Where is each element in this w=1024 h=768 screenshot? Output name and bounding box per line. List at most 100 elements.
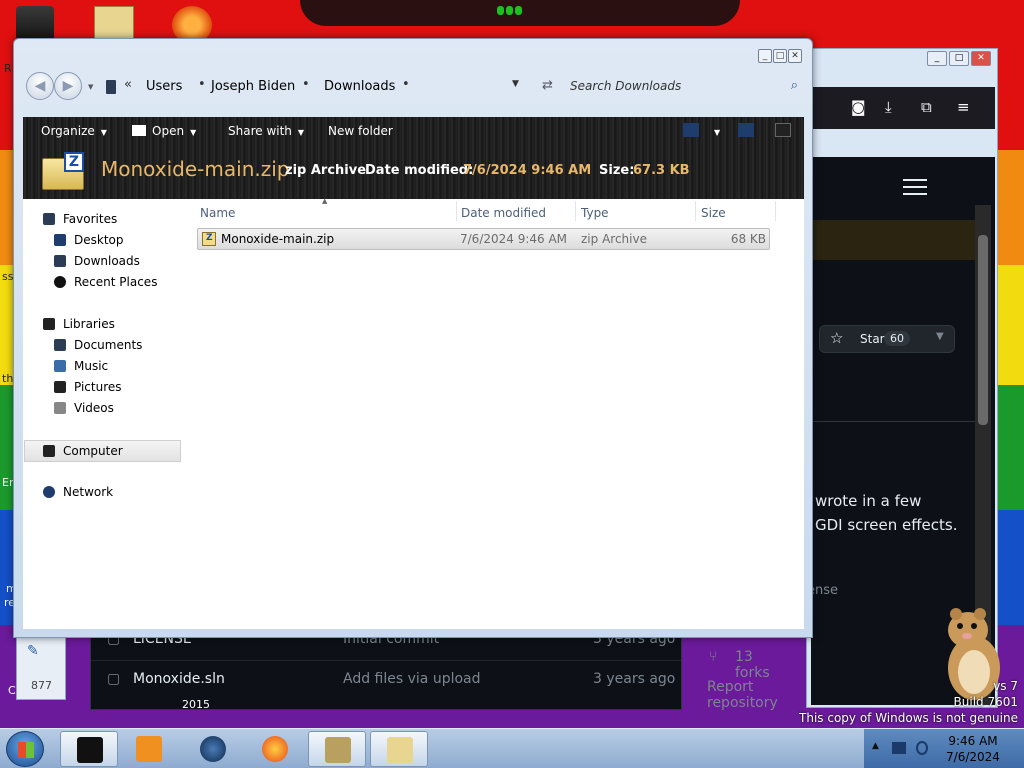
breadcrumb-separator-icon[interactable]: •	[402, 77, 410, 92]
window-controls[interactable]: _ □ ✕	[758, 49, 802, 63]
show-hidden-icons-icon[interactable]: ▲	[872, 741, 879, 751]
preview-pane-icon[interactable]	[738, 123, 754, 137]
navigation-pane: Favorites Desktop Downloads Recent Place…	[23, 199, 188, 629]
nav-label: Computer	[63, 444, 123, 458]
nav-item-documents[interactable]: Documents	[54, 338, 142, 352]
nav-item-pictures[interactable]: Pictures	[54, 380, 122, 394]
search-icon[interactable]: ⌕	[791, 78, 798, 93]
taskbar-app-media-player[interactable]	[120, 731, 178, 767]
notepad-icon: ✎	[27, 643, 39, 659]
file-name[interactable]: Monoxide-main.zip	[221, 232, 334, 246]
commit-time: 3 years ago	[593, 671, 676, 687]
network-icon	[43, 486, 55, 498]
nav-item-desktop[interactable]: Desktop	[54, 233, 124, 247]
column-header-type[interactable]: Type	[576, 199, 696, 225]
nav-item-computer[interactable]: Computer	[24, 440, 181, 462]
notification-area: ▲ 9:46 AM 7/6/2024	[864, 729, 1024, 768]
back-button[interactable]: ◀	[26, 72, 54, 100]
nav-item-libraries[interactable]: Libraries	[43, 317, 115, 331]
file-size: 68 KB	[730, 232, 766, 246]
network-status-icon[interactable]	[916, 741, 928, 755]
breadcrumb-joseph-biden[interactable]: Joseph Biden	[211, 79, 295, 94]
column-header-name[interactable]: Name	[191, 199, 457, 225]
commit-message[interactable]: Add files via upload	[343, 671, 481, 687]
clock[interactable]: 9:46 AM 7/6/2024	[938, 733, 1008, 765]
nav-item-videos[interactable]: Videos	[54, 401, 114, 415]
wallpaper-label: 2015	[182, 698, 210, 711]
new-folder-button[interactable]: New folder	[328, 124, 393, 138]
start-button[interactable]	[6, 731, 44, 767]
file-name[interactable]: Monoxide.sln	[133, 671, 225, 687]
minimize-icon[interactable]: _	[927, 51, 947, 66]
star-button[interactable]: ☆ Star 60 ▼	[819, 325, 955, 353]
view-dropdown-icon[interactable]: ▼	[708, 124, 720, 138]
nav-label: Music	[74, 359, 109, 373]
pictures-icon	[54, 381, 66, 393]
taskbar-app-explorer[interactable]	[60, 731, 118, 767]
small-window-count: 877	[31, 679, 52, 692]
address-bar[interactable]: « Users • Joseph Biden • Downloads • ▼	[102, 75, 542, 99]
taskbar-app-folder[interactable]	[370, 731, 428, 767]
desktop-text-fragment: th	[2, 372, 14, 385]
maximize-icon[interactable]: □	[773, 49, 787, 63]
nav-label: Favorites	[63, 212, 118, 226]
browser-window-controls[interactable]: _ □ ✕	[927, 51, 991, 66]
help-icon[interactable]	[775, 123, 791, 137]
taskbar-app-globe[interactable]	[184, 731, 242, 767]
share-with-button[interactable]: Share with ▼	[228, 124, 304, 138]
details-file-name: Monoxide-main.zip	[101, 157, 290, 181]
downloads-icon	[54, 255, 66, 267]
breadcrumb-downloads[interactable]: Downloads	[324, 79, 395, 94]
pocket-icon[interactable]: ◙	[851, 98, 866, 116]
address-dropdown-icon[interactable]: ▼	[512, 79, 519, 89]
watermark-line: This copy of Windows is not genuine	[799, 711, 1018, 725]
close-icon[interactable]: ✕	[788, 49, 802, 63]
taskbar-app-firefox[interactable]	[246, 731, 304, 767]
file-date: 7/6/2024 9:46 AM	[460, 232, 568, 246]
scrollbar-thumb[interactable]	[978, 235, 988, 425]
column-header-size[interactable]: Size	[696, 199, 776, 225]
hamburger-icon[interactable]	[903, 179, 927, 200]
chevron-down-icon[interactable]: ▼	[936, 331, 944, 342]
small-window[interactable]: ✎ 877	[16, 630, 66, 700]
organize-button[interactable]: Organize ▼	[41, 124, 107, 138]
forks-count[interactable]: 13 forks	[735, 649, 770, 681]
close-icon[interactable]: ✕	[971, 51, 991, 66]
action-center-icon[interactable]	[892, 742, 906, 754]
star-icon: ☆	[830, 329, 844, 347]
nav-item-favorites[interactable]: Favorites	[43, 212, 117, 226]
extensions-icon[interactable]: ⧉	[921, 98, 932, 116]
nav-item-downloads[interactable]: Downloads	[54, 254, 140, 268]
details-file-type: zip Archive	[285, 163, 367, 178]
nav-item-network[interactable]: Network	[43, 485, 113, 499]
change-view-icon[interactable]	[683, 123, 699, 137]
file-type: zip Archive	[581, 232, 647, 246]
menu-icon[interactable]: ≡	[957, 98, 970, 116]
not-genuine-watermark: vs 7 Build 7601 This copy of Windows is …	[799, 678, 1018, 726]
maximize-icon[interactable]: □	[949, 51, 969, 66]
wallpaper-green-eyes	[497, 4, 527, 16]
repo-description: wrote in a few GDI screen effects.	[815, 489, 958, 537]
github-banner	[811, 220, 975, 260]
table-row[interactable]: ▢ Monoxide.sln Add files via upload 3 ye…	[91, 660, 681, 700]
computer-icon	[43, 445, 55, 457]
refresh-icon[interactable]: ⇄	[542, 78, 553, 93]
breadcrumb-users[interactable]: Users	[146, 79, 182, 94]
chevron-left-icon[interactable]: «	[124, 77, 132, 92]
open-button[interactable]: Open ▼	[132, 124, 196, 138]
nav-item-recent-places[interactable]: Recent Places	[54, 275, 157, 289]
file-row[interactable]: Z Monoxide-main.zip 7/6/2024 9:46 AM zip…	[197, 228, 770, 250]
breadcrumb-separator-icon[interactable]: •	[198, 77, 206, 92]
taskbar-app-box[interactable]	[308, 731, 366, 767]
nav-item-music[interactable]: Music	[54, 359, 108, 373]
explorer-window[interactable]: _ □ ✕ ◀ ▶ ▼ « Users • Joseph Biden • Dow…	[13, 38, 813, 638]
forward-button[interactable]: ▶	[54, 72, 82, 100]
history-dropdown-icon[interactable]: ▼	[88, 83, 93, 91]
description-line: wrote in a few	[815, 492, 922, 510]
report-link[interactable]: Report repository	[707, 679, 778, 711]
column-header-date-modified[interactable]: Date modified	[456, 199, 576, 225]
minimize-icon[interactable]: _	[758, 49, 772, 63]
breadcrumb-separator-icon[interactable]: •	[302, 77, 310, 92]
download-icon[interactable]: ⤓	[885, 98, 892, 116]
search-input[interactable]: Search Downloads ⌕	[562, 75, 802, 99]
